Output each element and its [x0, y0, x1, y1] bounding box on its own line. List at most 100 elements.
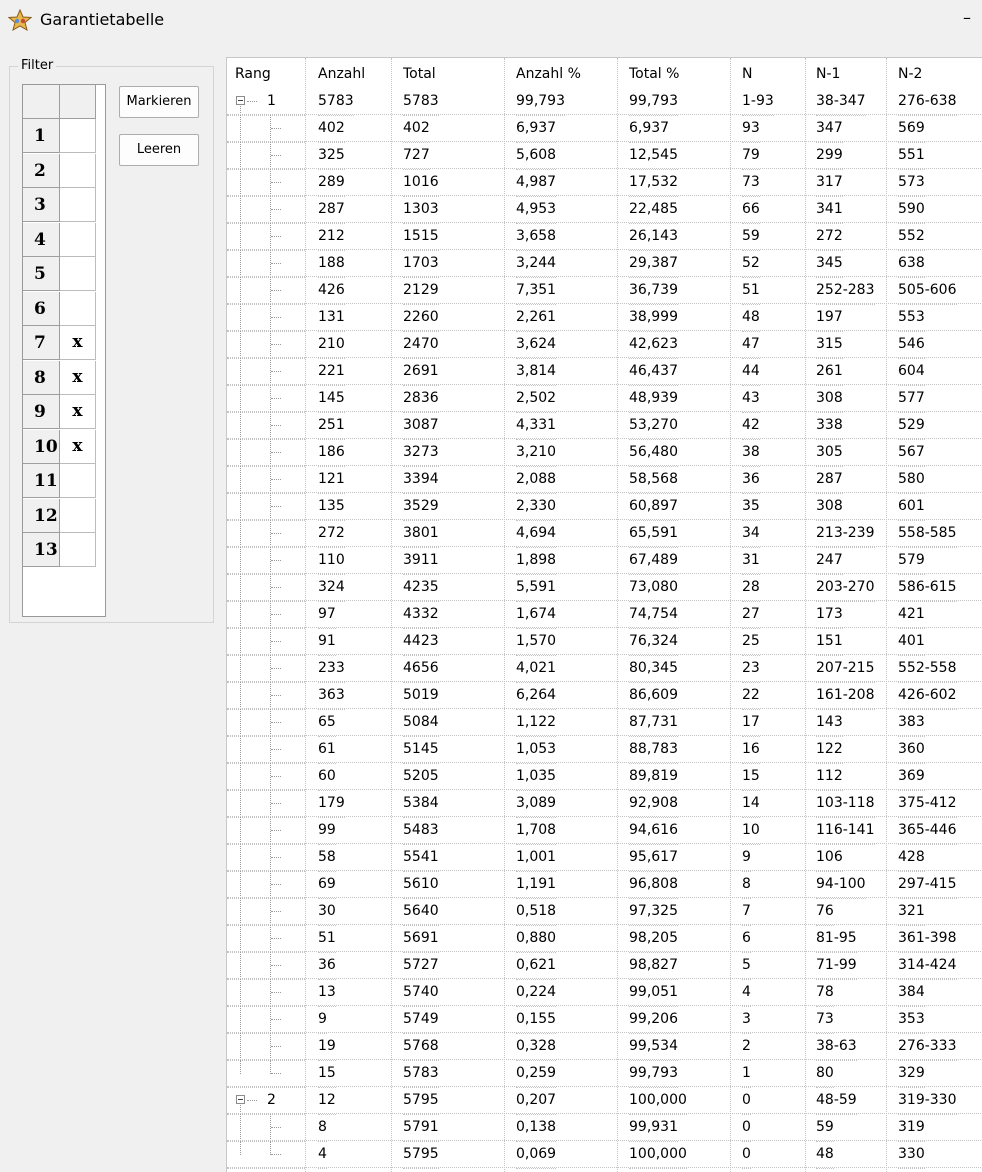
- n-1-cell[interactable]: 143: [816, 709, 843, 737]
- total-pct-cell[interactable]: 94,616: [629, 817, 678, 845]
- rang-cell[interactable]: [227, 1033, 305, 1061]
- filter-row-value[interactable]: x: [60, 360, 96, 395]
- n-cell[interactable]: 25: [742, 628, 760, 656]
- n-1-cell[interactable]: 341: [816, 196, 843, 224]
- filter-row[interactable]: 6: [23, 291, 96, 327]
- anzahl-cell[interactable]: 36: [318, 952, 336, 980]
- filter-row-value[interactable]: [60, 188, 96, 222]
- table-row[interactable]: 30 5640 0,518 97,325 7 76 321: [227, 898, 982, 926]
- anzahl-cell[interactable]: 9: [318, 1006, 327, 1034]
- table-row[interactable]: 13 5740 0,224 99,051 4 78 384: [227, 979, 982, 1007]
- table-row[interactable]: 99 5483 1,708 94,616 10 116-141 365-446: [227, 817, 982, 845]
- anzahl-cell[interactable]: 426: [318, 277, 345, 305]
- anzahl-cell[interactable]: 65: [318, 709, 336, 737]
- total-pct-cell[interactable]: 95,617: [629, 844, 678, 872]
- total-cell[interactable]: 2129: [403, 277, 439, 305]
- rang-cell[interactable]: [227, 655, 305, 683]
- anzahl-pct-cell[interactable]: 6,264: [516, 682, 557, 710]
- anzahl-pct-cell[interactable]: 5,608: [516, 142, 557, 170]
- anzahl-pct-cell[interactable]: 6,937: [516, 115, 557, 143]
- n-2-cell[interactable]: 360: [898, 736, 925, 764]
- table-row[interactable]: 61 5145 1,053 88,783 16 122 360: [227, 736, 982, 764]
- filter-row-value[interactable]: x: [60, 429, 96, 464]
- anzahl-cell[interactable]: 221: [318, 358, 345, 386]
- n-2-cell[interactable]: 276-638: [898, 88, 957, 116]
- n-2-cell[interactable]: 401: [898, 628, 925, 656]
- table-row[interactable]: 4 5795 0,069 100,000 0 48 330: [227, 1141, 982, 1169]
- n-2-cell[interactable]: 586-615: [898, 574, 957, 602]
- filter-row-number[interactable]: 3: [23, 188, 60, 222]
- anzahl-cell[interactable]: 4: [318, 1141, 327, 1169]
- n-1-cell[interactable]: 347: [816, 115, 843, 143]
- anzahl-cell[interactable]: 110: [318, 547, 345, 575]
- table-row[interactable]: 145 2836 2,502 48,939 43 308 577: [227, 385, 982, 413]
- n-2-cell[interactable]: 638: [898, 250, 925, 278]
- rang-cell[interactable]: [227, 277, 305, 305]
- total-cell[interactable]: 5791: [403, 1114, 439, 1142]
- total-cell[interactable]: 5610: [403, 871, 439, 899]
- column-header-n-1[interactable]: N-1: [816, 61, 840, 88]
- total-pct-cell[interactable]: 65,591: [629, 520, 678, 548]
- total-cell[interactable]: 727: [403, 142, 430, 170]
- table-row[interactable]: 8 5791 0,138 99,931 0 59 319: [227, 1114, 982, 1142]
- anzahl-cell[interactable]: 289: [318, 169, 345, 197]
- filter-row[interactable]: 1: [23, 119, 96, 154]
- total-cell[interactable]: 5640: [403, 898, 439, 926]
- anzahl-pct-cell[interactable]: 1,570: [516, 628, 557, 656]
- anzahl-cell[interactable]: 210: [318, 331, 345, 359]
- n-cell[interactable]: 7: [742, 898, 751, 926]
- rang-cell[interactable]: [227, 979, 305, 1007]
- table-row[interactable]: 15 5783 0,259 99,793 1 80 329: [227, 1060, 982, 1088]
- table-row[interactable]: 58 5541 1,001 95,617 9 106 428: [227, 844, 982, 872]
- anzahl-pct-cell[interactable]: 0,069: [516, 1141, 557, 1169]
- anzahl-pct-cell[interactable]: 4,694: [516, 520, 557, 548]
- anzahl-pct-cell[interactable]: 1,191: [516, 871, 557, 899]
- anzahl-pct-cell[interactable]: 1,708: [516, 817, 557, 845]
- n-1-cell[interactable]: 73: [816, 1006, 834, 1034]
- anzahl-cell[interactable]: 324: [318, 574, 345, 602]
- n-cell[interactable]: 4: [742, 979, 751, 1007]
- n-2-cell[interactable]: 601: [898, 493, 925, 521]
- total-pct-cell[interactable]: 100,000: [629, 1141, 687, 1169]
- filter-row[interactable]: 2: [23, 153, 96, 189]
- total-cell[interactable]: 3801: [403, 520, 439, 548]
- total-pct-cell[interactable]: 99,931: [629, 1114, 678, 1142]
- filter-row-number[interactable]: 12: [23, 498, 60, 533]
- anzahl-pct-cell[interactable]: 2,330: [516, 493, 557, 521]
- clear-button[interactable]: Leeren: [119, 134, 199, 166]
- n-cell[interactable]: 1: [742, 1060, 751, 1088]
- rang-cell[interactable]: [227, 763, 305, 791]
- anzahl-pct-cell[interactable]: 4,953: [516, 196, 557, 224]
- anzahl-cell[interactable]: 15: [318, 1060, 336, 1088]
- n-1-cell[interactable]: 59: [816, 1114, 834, 1142]
- total-cell[interactable]: 2691: [403, 358, 439, 386]
- anzahl-pct-cell[interactable]: 1,122: [516, 709, 557, 737]
- filter-row[interactable]: 10 x: [23, 429, 96, 465]
- total-pct-cell[interactable]: 67,489: [629, 547, 678, 575]
- anzahl-pct-cell[interactable]: 4,021: [516, 655, 557, 683]
- n-cell[interactable]: 0: [742, 1114, 751, 1142]
- total-cell[interactable]: 4332: [403, 601, 439, 629]
- n-cell[interactable]: 48: [742, 304, 760, 332]
- total-pct-cell[interactable]: 53,270: [629, 412, 678, 440]
- n-cell[interactable]: 79: [742, 142, 760, 170]
- total-cell[interactable]: 5084: [403, 709, 439, 737]
- total-pct-cell[interactable]: 99,534: [629, 1033, 678, 1061]
- anzahl-pct-cell[interactable]: 3,089: [516, 790, 557, 818]
- filter-row-number[interactable]: 1: [23, 119, 60, 153]
- n-1-cell[interactable]: 213-239: [816, 520, 875, 548]
- anzahl-pct-cell[interactable]: 4,987: [516, 169, 557, 197]
- table-group-row[interactable]: 1 5783 5783 99,793 99,793 1-93 38-347 276-638: [227, 88, 982, 116]
- n-2-cell[interactable]: 604: [898, 358, 925, 386]
- table-row[interactable]: 210 2470 3,624 42,623 47 315 546: [227, 331, 982, 359]
- rang-cell[interactable]: [227, 790, 305, 818]
- minimize-button[interactable]: –: [956, 6, 978, 30]
- n-cell[interactable]: 42: [742, 412, 760, 440]
- filter-row[interactable]: 11: [23, 464, 96, 499]
- filter-row-value[interactable]: [60, 153, 96, 188]
- anzahl-cell[interactable]: 186: [318, 439, 345, 467]
- rang-cell[interactable]: [227, 385, 305, 413]
- rang-cell[interactable]: [227, 547, 305, 575]
- n-cell[interactable]: 35: [742, 493, 760, 521]
- total-pct-cell[interactable]: 96,808: [629, 871, 678, 899]
